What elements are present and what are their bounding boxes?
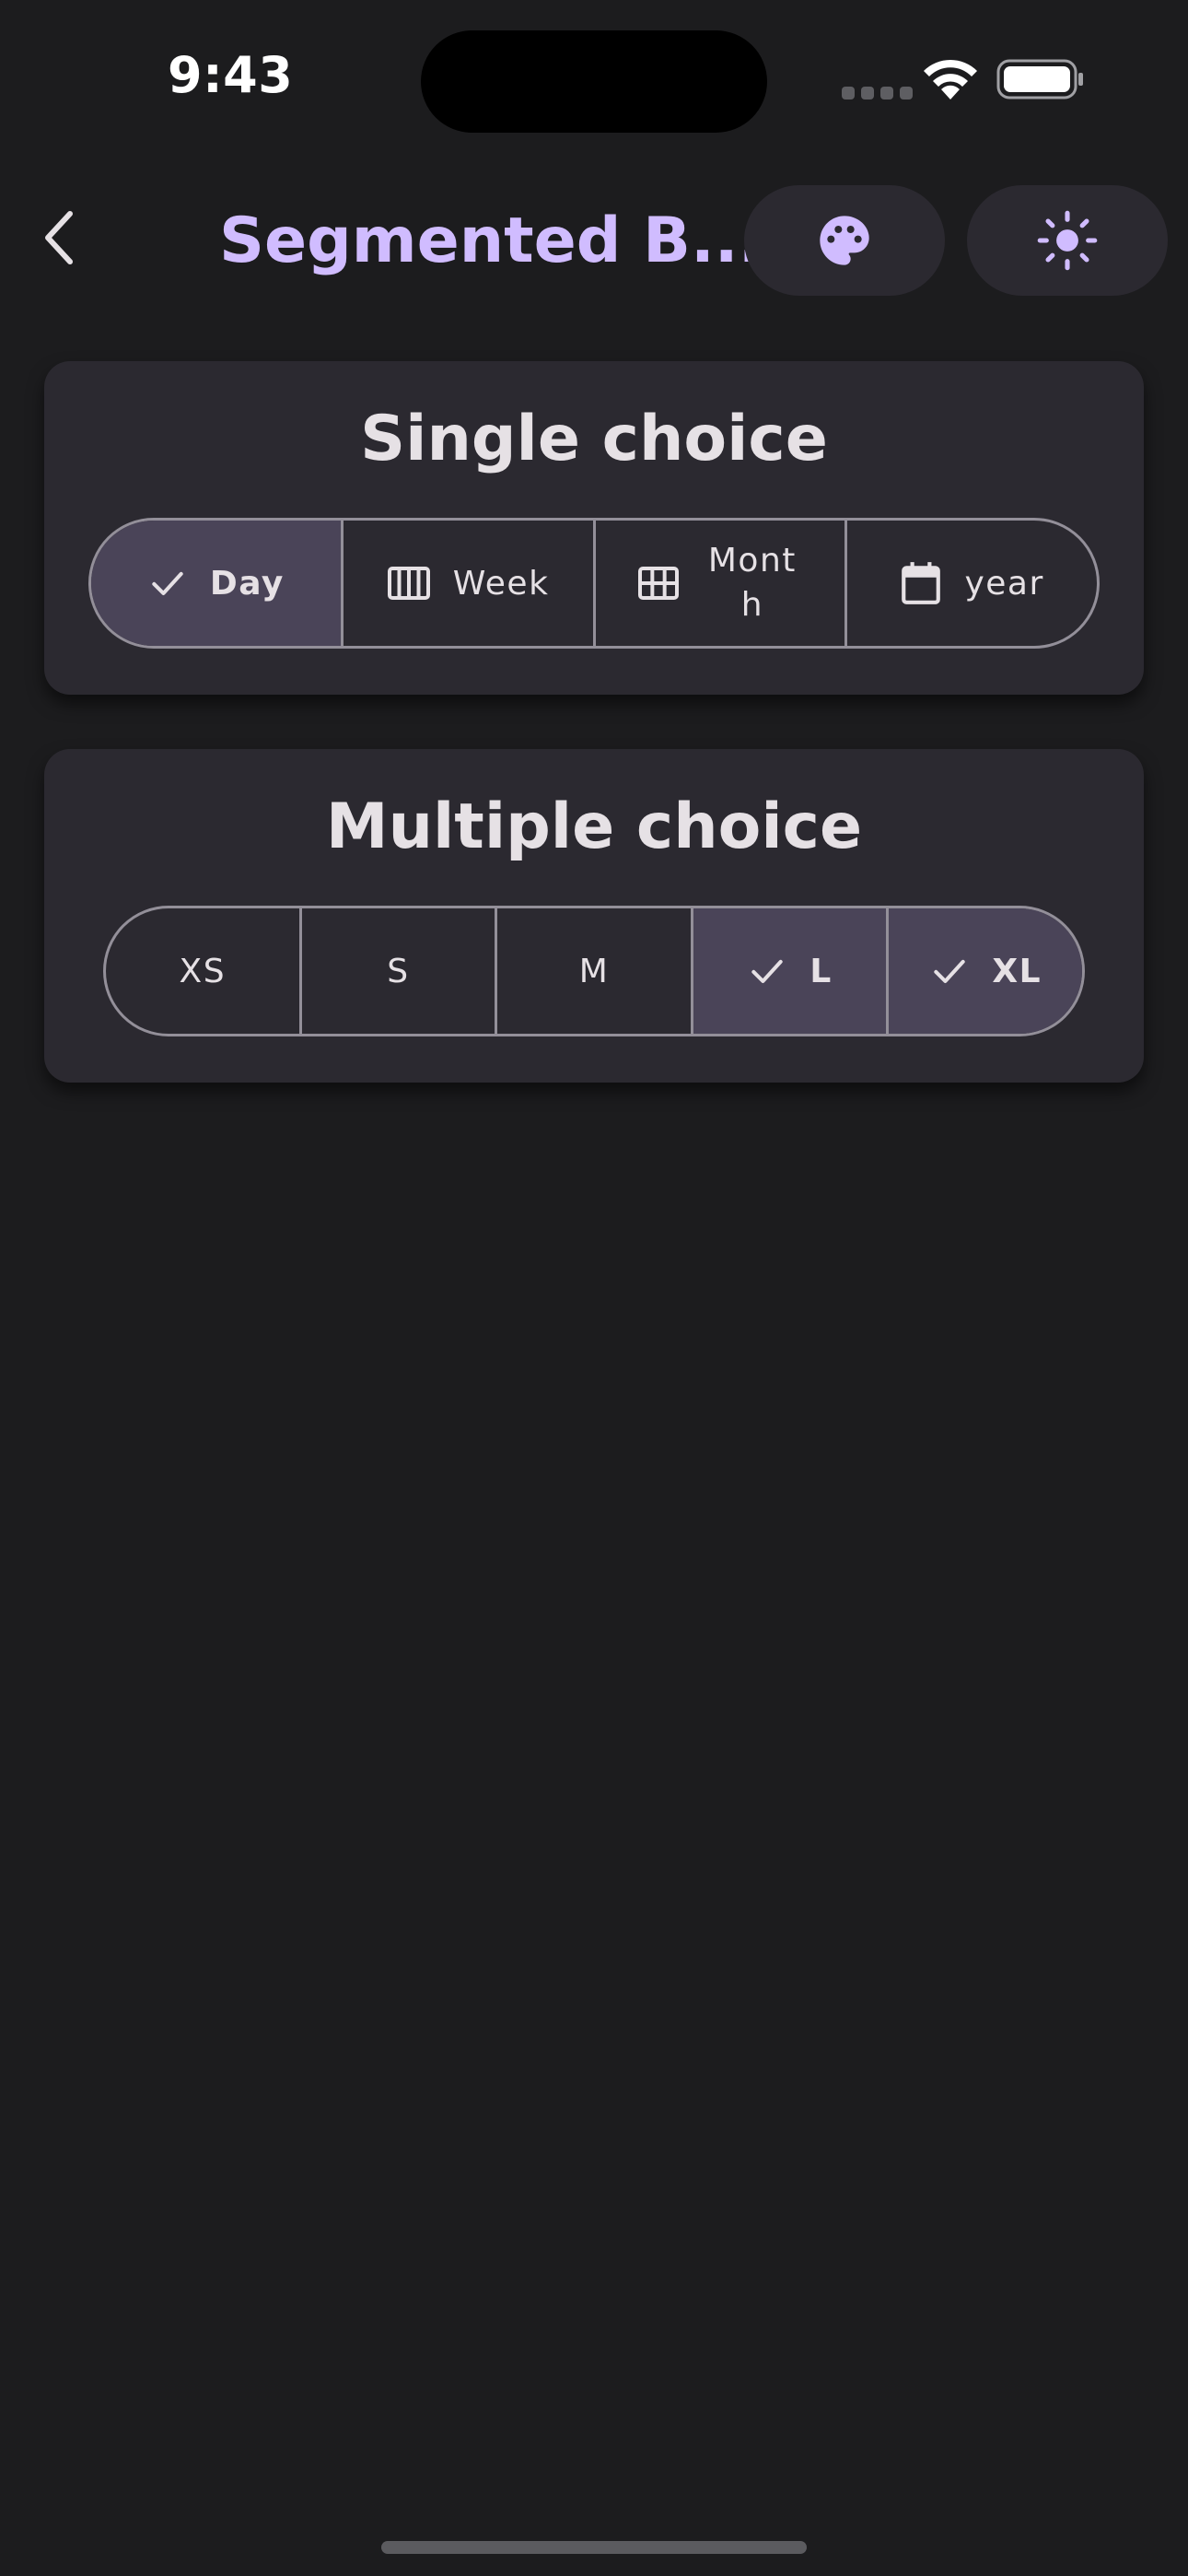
segment-label: Day — [209, 564, 285, 603]
segment-label: S — [387, 952, 410, 990]
sun-icon — [1037, 210, 1098, 271]
segment-label: M — [578, 952, 610, 990]
single-choice-card: Single choice Day Week Month year — [44, 361, 1144, 695]
calendar-view-month-icon — [637, 565, 680, 602]
segment-xl[interactable]: XL — [886, 908, 1082, 1034]
segment-month[interactable]: Month — [592, 521, 845, 646]
battery-icon — [996, 59, 1083, 100]
segment-week[interactable]: Week — [340, 521, 593, 646]
segment-label: Week — [452, 564, 550, 603]
single-choice-title: Single choice — [360, 403, 828, 475]
segment-year[interactable]: year — [844, 521, 1097, 646]
status-time: 9:43 — [168, 46, 294, 104]
check-icon — [929, 951, 970, 991]
cellular-signal-icon — [842, 87, 913, 100]
chevron-left-icon — [45, 211, 73, 264]
segment-l[interactable]: L — [690, 908, 887, 1034]
theme-toggle-button[interactable] — [967, 185, 1168, 296]
home-indicator[interactable] — [381, 2541, 807, 2554]
single-choice-segmented-button: Day Week Month year — [88, 518, 1100, 649]
multiple-choice-card: Multiple choice XS S M L XL — [44, 749, 1144, 1083]
segment-label: XS — [179, 952, 227, 990]
multiple-choice-segmented-button: XS S M L XL — [103, 906, 1085, 1036]
dynamic-island — [421, 30, 767, 133]
segment-label: Month — [707, 542, 797, 624]
segment-xs[interactable]: XS — [106, 908, 299, 1034]
page-title: Segmented B... — [219, 205, 763, 277]
check-icon — [147, 563, 188, 603]
segment-m[interactable]: M — [495, 908, 691, 1034]
calendar-view-week-icon — [387, 565, 431, 602]
palette-button[interactable] — [744, 185, 945, 296]
segment-label: year — [964, 564, 1044, 603]
check-icon — [747, 951, 787, 991]
segment-s[interactable]: S — [298, 908, 495, 1034]
segment-label: XL — [992, 952, 1042, 990]
calendar-icon — [900, 560, 942, 606]
segment-label: L — [809, 952, 833, 990]
wifi-icon — [924, 59, 977, 100]
multiple-choice-title: Multiple choice — [325, 790, 863, 863]
segment-day[interactable]: Day — [91, 521, 341, 646]
palette-icon — [820, 216, 869, 265]
back-button[interactable] — [28, 205, 94, 271]
